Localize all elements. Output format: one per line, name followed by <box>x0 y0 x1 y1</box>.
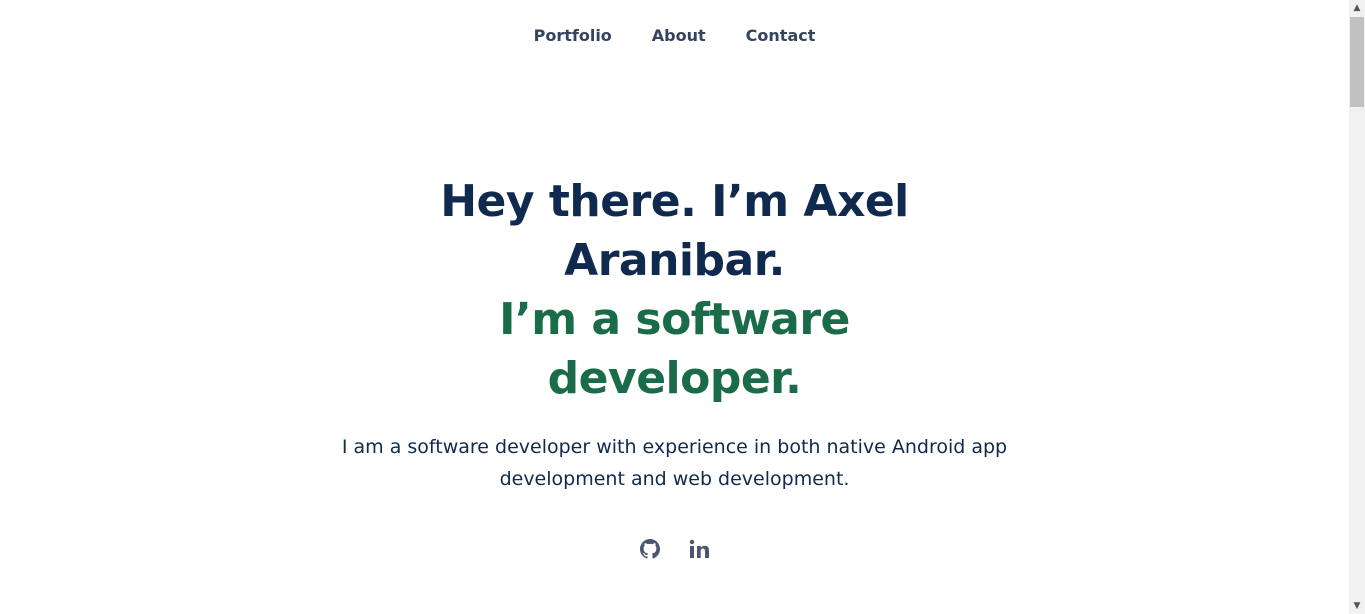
page: Portfolio About Contact Hey there. I’m A… <box>0 0 1365 614</box>
hero-headline: Hey there. I’m Axel Aranibar. I’m a soft… <box>425 172 925 408</box>
nav-link-contact[interactable]: Contact <box>746 25 816 47</box>
hero-role: I’m a software developer. <box>499 294 850 404</box>
hero-greeting: Hey there. I’m Axel Aranibar. <box>440 176 909 286</box>
github-link[interactable] <box>638 537 662 561</box>
scroll-thumb[interactable] <box>1350 17 1364 107</box>
nav-link-about[interactable]: About <box>652 25 706 47</box>
hero-section: Hey there. I’m Axel Aranibar. I’m a soft… <box>0 172 1349 561</box>
scroll-up-arrow-icon[interactable]: ▲ <box>1349 0 1365 16</box>
linkedin-link[interactable] <box>687 537 711 561</box>
hero-description: I am a software developer with experienc… <box>341 436 1008 490</box>
linkedin-icon <box>689 539 709 558</box>
main-content: Portfolio About Contact Hey there. I’m A… <box>0 0 1349 614</box>
github-icon <box>640 539 660 559</box>
vertical-scrollbar[interactable]: ▲ ▼ <box>1349 0 1365 614</box>
top-nav: Portfolio About Contact <box>0 25 1349 47</box>
scroll-down-arrow-icon[interactable]: ▼ <box>1349 598 1365 614</box>
social-links <box>0 537 1349 561</box>
nav-link-portfolio[interactable]: Portfolio <box>534 25 612 47</box>
